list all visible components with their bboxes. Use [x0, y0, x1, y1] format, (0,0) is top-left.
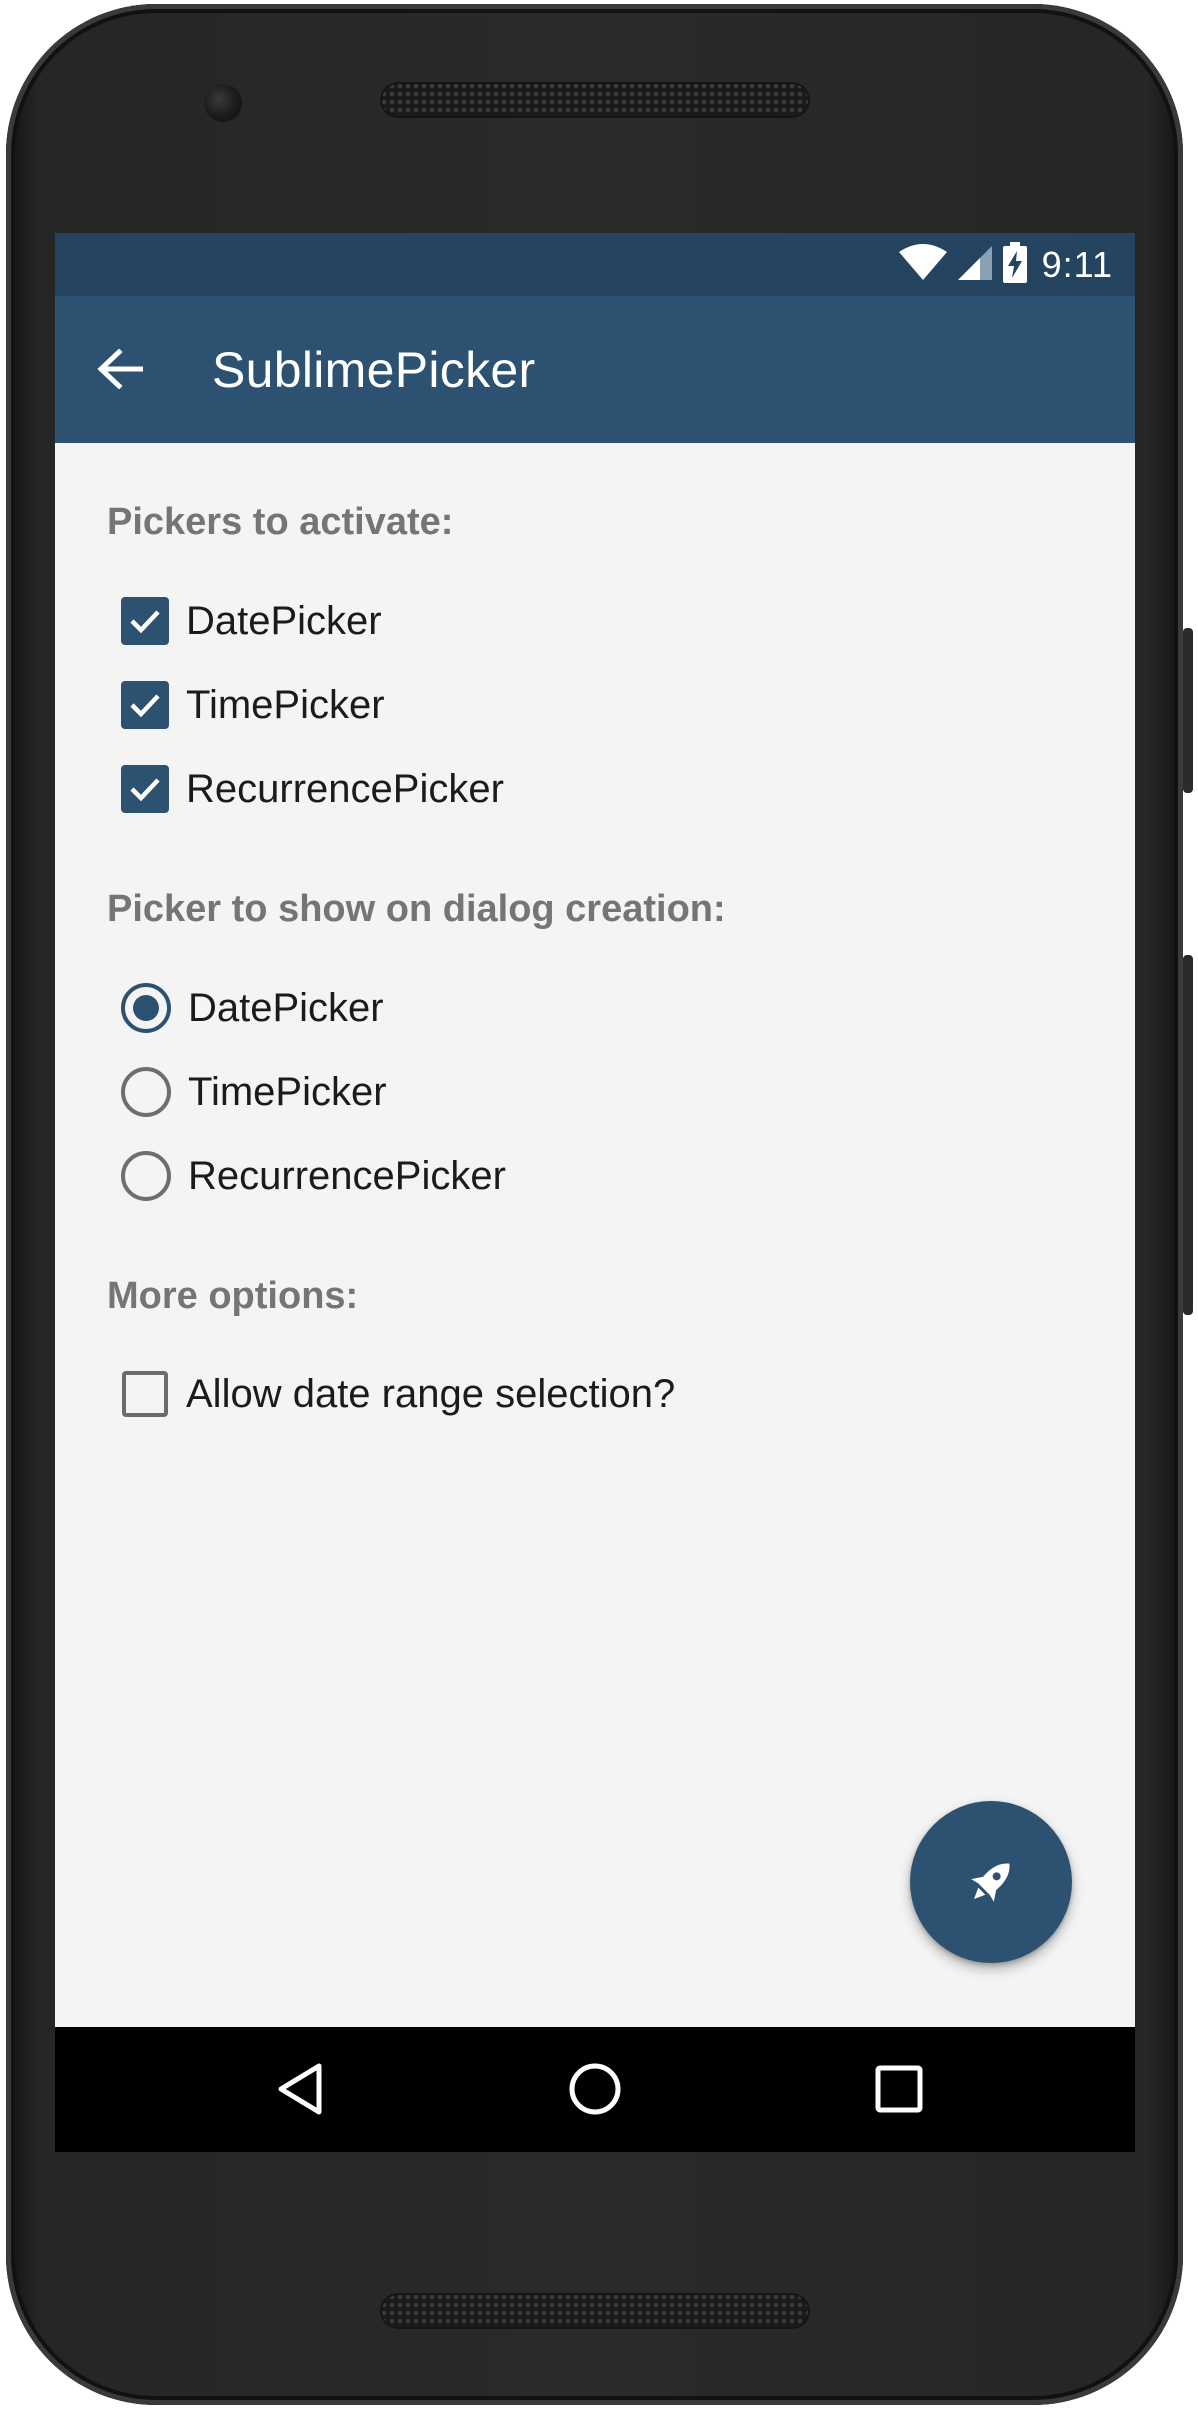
checkbox-allow-date-range[interactable]: Allow date range selection? — [121, 1364, 675, 1424]
checkbox-checked-icon[interactable] — [121, 765, 169, 813]
top-speaker-grille — [380, 82, 810, 118]
radio-label: TimePicker — [188, 1069, 387, 1114]
volume-button — [1183, 955, 1193, 1315]
nav-home-icon — [569, 2063, 621, 2115]
checkbox-datepicker[interactable]: DatePicker — [121, 591, 382, 651]
checkbox-checked-icon[interactable] — [121, 597, 169, 645]
app-title: SublimePicker — [212, 342, 536, 398]
status-bar: 9:11 — [55, 233, 1135, 296]
checkbox-label: RecurrencePicker — [186, 766, 504, 811]
nav-home-button[interactable] — [555, 2049, 635, 2129]
checkbox-timepicker[interactable]: TimePicker — [121, 675, 385, 735]
radio-datepicker[interactable]: DatePicker — [121, 978, 384, 1038]
power-button — [1183, 628, 1193, 793]
launch-picker-fab[interactable] — [910, 1801, 1072, 1963]
radio-selected-icon[interactable] — [121, 983, 171, 1033]
wifi-icon — [898, 243, 948, 287]
nav-back-icon — [278, 2063, 322, 2115]
rocket-icon — [971, 1863, 1010, 1902]
section-title-picker-on-creation: Picker to show on dialog creation: — [107, 888, 726, 930]
front-camera — [204, 84, 242, 122]
radio-unselected-icon[interactable] — [121, 1067, 171, 1117]
nav-back-button[interactable] — [260, 2049, 340, 2129]
checkbox-label: TimePicker — [186, 682, 385, 727]
radio-label: DatePicker — [188, 985, 384, 1030]
app-bar: SublimePicker — [55, 296, 1135, 443]
radio-timepicker[interactable]: TimePicker — [121, 1062, 387, 1122]
radio-unselected-icon[interactable] — [121, 1151, 171, 1201]
radio-label: RecurrencePicker — [188, 1153, 506, 1198]
navigation-bar — [55, 2027, 1135, 2152]
checkbox-label: Allow date range selection? — [186, 1371, 676, 1416]
nav-recents-icon — [875, 2065, 923, 2113]
back-button[interactable] — [85, 334, 155, 404]
battery-charging-icon — [1002, 241, 1028, 289]
cell-signal-icon — [956, 244, 994, 287]
screen: 9:11 SublimePicker Pickers to activate: … — [55, 233, 1135, 2152]
arrow-back-icon — [97, 349, 143, 389]
checkbox-recurrencepicker[interactable]: RecurrencePicker — [121, 759, 504, 819]
radio-recurrencepicker[interactable]: RecurrencePicker — [121, 1146, 506, 1206]
bottom-speaker-grille — [380, 2293, 810, 2329]
status-time: 9:11 — [1041, 244, 1113, 285]
section-title-pickers-to-activate: Pickers to activate: — [107, 501, 454, 543]
checkbox-checked-icon[interactable] — [121, 681, 169, 729]
checkbox-label: DatePicker — [186, 598, 382, 643]
section-title-more-options: More options: — [107, 1275, 359, 1317]
nav-recents-button[interactable] — [859, 2049, 939, 2129]
checkbox-unchecked-icon[interactable] — [122, 1371, 168, 1417]
